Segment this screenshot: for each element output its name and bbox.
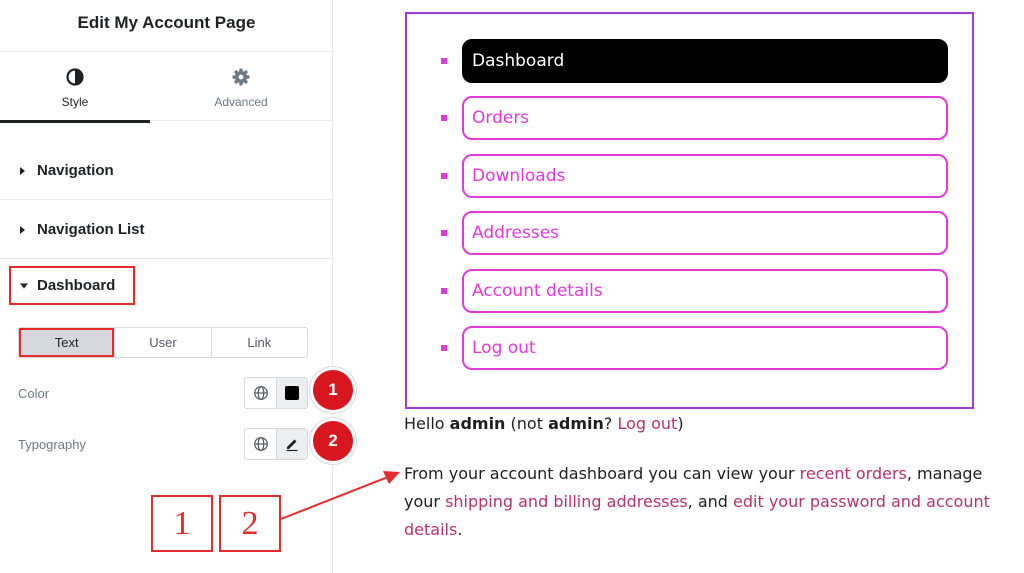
- section-dashboard-label: Dashboard: [37, 277, 116, 294]
- caret-down-icon: [19, 268, 29, 303]
- section-navigation-label: Navigation: [37, 162, 114, 179]
- nav-link-dashboard[interactable]: Dashboard: [462, 39, 948, 83]
- dashboard-segment-control: Text User Link: [18, 327, 308, 358]
- color-control: [244, 377, 308, 409]
- contrast-icon: [0, 67, 150, 87]
- greeting-question: ?: [603, 414, 618, 433]
- segment-text[interactable]: Text: [19, 328, 115, 357]
- nav-link-account-details[interactable]: Account details: [462, 269, 948, 313]
- desc-text-4: .: [457, 520, 463, 539]
- nav-link-downloads[interactable]: Downloads: [462, 154, 948, 198]
- list-bullet: [441, 230, 447, 236]
- list-bullet: [441, 173, 447, 179]
- desc-text-1: From your account dashboard you can view…: [404, 464, 800, 483]
- pencil-icon[interactable]: [276, 429, 307, 459]
- segment-user[interactable]: User: [114, 328, 210, 357]
- segment-link[interactable]: Link: [210, 328, 307, 357]
- greeting-logout-link[interactable]: Log out: [617, 414, 677, 433]
- panel-title: Edit My Account Page: [0, 0, 333, 52]
- section-navigation[interactable]: Navigation: [0, 142, 333, 200]
- typography-label: Typography: [18, 437, 86, 452]
- nav-link-orders[interactable]: Orders: [462, 96, 948, 140]
- nav-link-log-out[interactable]: Log out: [462, 326, 948, 370]
- greeting-mid: (not: [505, 414, 549, 433]
- section-dashboard[interactable]: Dashboard: [9, 266, 135, 305]
- step-badge-1: 1: [313, 370, 353, 410]
- callout-box-2: 2: [219, 495, 281, 552]
- panel-tabs: Style Advanced: [0, 53, 333, 123]
- color-swatch: [285, 386, 299, 400]
- nav-item-orders: Orders: [407, 96, 972, 140]
- color-label: Color: [18, 386, 50, 401]
- tab-style[interactable]: Style: [0, 53, 150, 123]
- dashboard-description: From your account dashboard you can view…: [404, 460, 1004, 544]
- recent-orders-link[interactable]: recent orders: [800, 464, 907, 483]
- section-navigation-list-label: Navigation List: [37, 221, 145, 238]
- nav-item-dashboard: Dashboard: [407, 39, 972, 83]
- account-navigation: Dashboard Orders Downloads Addresses Acc…: [405, 12, 974, 409]
- tab-advanced-label: Advanced: [214, 95, 268, 109]
- greeting-text: Hello admin (not admin? Log out): [404, 413, 684, 435]
- section-navigation-list[interactable]: Navigation List: [0, 201, 333, 259]
- nav-item-account-details: Account details: [407, 269, 972, 313]
- list-bullet: [441, 115, 447, 121]
- nav-item-addresses: Addresses: [407, 211, 972, 255]
- nav-item-log-out: Log out: [407, 326, 972, 370]
- tab-advanced[interactable]: Advanced: [166, 53, 316, 121]
- list-bullet: [441, 345, 447, 351]
- gear-icon: [166, 67, 316, 87]
- desc-text-3: , and: [687, 492, 734, 511]
- greeting-username-alt: admin: [548, 414, 604, 433]
- addresses-link[interactable]: shipping and billing addresses: [445, 492, 688, 511]
- globe-icon[interactable]: [245, 429, 276, 459]
- greeting-pre: Hello: [404, 414, 450, 433]
- step-badge-2: 2: [313, 421, 353, 461]
- callout-box-1: 1: [151, 495, 213, 552]
- caret-right-icon: [19, 201, 27, 259]
- tab-style-label: Style: [61, 95, 89, 109]
- list-bullet: [441, 58, 447, 64]
- caret-right-icon: [19, 142, 27, 200]
- color-swatch-button[interactable]: [276, 378, 307, 408]
- nav-item-downloads: Downloads: [407, 154, 972, 198]
- greeting-username: admin: [449, 414, 506, 433]
- list-bullet: [441, 288, 447, 294]
- editor-panel: Edit My Account Page Style Advanced Navi…: [0, 0, 333, 573]
- globe-icon[interactable]: [245, 378, 276, 408]
- greeting-post: ): [677, 414, 684, 433]
- nav-link-addresses[interactable]: Addresses: [462, 211, 948, 255]
- typography-control: [244, 428, 308, 460]
